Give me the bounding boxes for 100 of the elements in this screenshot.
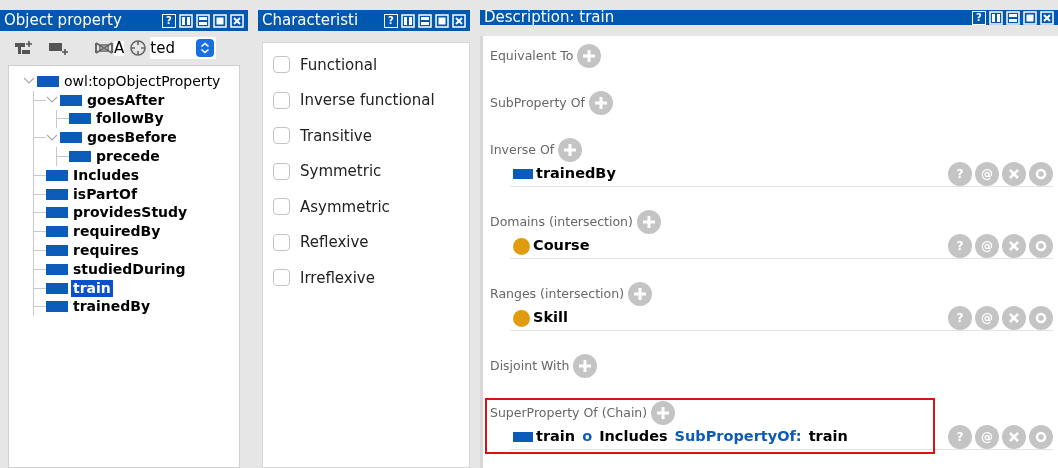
checkbox[interactable]	[273, 162, 290, 180]
property-icon	[46, 282, 68, 294]
class-icon	[513, 237, 530, 255]
class-icon	[513, 309, 530, 327]
panel-title: Object property	[4, 13, 122, 28]
checkbox-label: Symmetric	[300, 161, 382, 182]
add-icon[interactable]	[628, 282, 652, 306]
add-icon[interactable]	[558, 138, 583, 162]
crosshair-icon[interactable]	[129, 39, 148, 57]
tree-item[interactable]: studiedDuring	[71, 260, 188, 278]
property-icon	[60, 94, 82, 106]
help-button[interactable]: ?	[384, 13, 398, 28]
section-label: Domains (intersection)	[490, 212, 633, 231]
delete-icon[interactable]	[1002, 162, 1026, 186]
checkbox-label: Reflexive	[300, 232, 369, 253]
section-label: SuperProperty Of (Chain)	[490, 403, 648, 422]
tree-item[interactable]: requiredBy	[71, 223, 163, 241]
section-label: SubProperty Of	[490, 93, 585, 112]
maximize-icon[interactable]	[213, 13, 227, 28]
property-icon	[60, 132, 82, 144]
close-icon[interactable]	[1040, 10, 1054, 25]
add-icon[interactable]	[588, 91, 613, 115]
edit-icon[interactable]	[1029, 425, 1053, 449]
edit-icon[interactable]	[1029, 306, 1053, 330]
checkbox-label: Transitive	[300, 125, 372, 147]
split-view-icon[interactable]	[989, 10, 1003, 25]
help-button[interactable]: ?	[162, 13, 176, 28]
tree-item[interactable]: goesBefore	[85, 129, 179, 147]
checkbox-label: Irreflexive	[300, 267, 375, 289]
add-icon[interactable]	[577, 44, 602, 68]
property-icon	[46, 226, 68, 238]
checkbox[interactable]	[273, 269, 290, 287]
delete-icon[interactable]	[1002, 234, 1026, 258]
checkbox-label: Inverse functional	[300, 90, 435, 111]
checkbox[interactable]	[273, 127, 290, 145]
tree-item[interactable]: followBy	[94, 110, 166, 128]
add-icon[interactable]	[573, 354, 598, 378]
minimize-icon[interactable]	[1006, 10, 1020, 25]
property-icon	[69, 113, 91, 125]
maximize-icon[interactable]	[1023, 10, 1037, 25]
add-subproperty-icon[interactable]	[14, 40, 34, 56]
split-view-icon[interactable]	[401, 13, 415, 28]
property-icon	[69, 151, 91, 163]
help-button[interactable]: ?	[972, 10, 986, 25]
property-icon	[46, 207, 68, 219]
property-icon	[46, 169, 68, 181]
add-icon[interactable]	[651, 401, 676, 425]
tree-item[interactable]: isPartOf	[71, 185, 140, 203]
close-icon[interactable]	[452, 13, 466, 28]
tree-item[interactable]: Includes	[71, 166, 142, 184]
view-dropdown[interactable]: ted	[150, 37, 217, 59]
property-icon	[37, 75, 59, 87]
entity-name: Includes	[599, 427, 668, 447]
expand-chevron-icon[interactable]	[23, 77, 35, 86]
expand-chevron-icon[interactable]	[46, 133, 58, 142]
property-icon	[513, 169, 533, 179]
minimize-icon[interactable]	[196, 13, 210, 28]
keyword-text: o	[582, 427, 593, 447]
entity-name: train	[536, 427, 576, 447]
tree-item[interactable]: owl:topObjectProperty	[62, 72, 223, 90]
section-label: Disjoint With	[490, 356, 570, 375]
property-icon	[46, 263, 68, 275]
delete-icon[interactable]	[1002, 425, 1026, 449]
section-label: Inverse Of	[490, 140, 555, 159]
checkbox[interactable]	[273, 198, 290, 216]
tree-item[interactable]: providesStudy	[71, 204, 190, 222]
close-icon[interactable]	[230, 13, 244, 28]
keyword-text: SubPropertyOf:	[674, 427, 802, 447]
checkbox-label: Functional	[300, 54, 378, 76]
entity-name: trainedBy	[536, 164, 616, 184]
delete-property-icon[interactable]	[94, 40, 114, 56]
add-sibling-property-icon[interactable]	[48, 40, 70, 56]
expand-chevron-icon[interactable]	[46, 96, 58, 105]
tree-item[interactable]: goesAfter	[85, 91, 167, 109]
panel-title: Description: train	[484, 10, 615, 25]
tree-item[interactable]: precede	[94, 148, 162, 166]
panel-title: Characteristi	[262, 13, 359, 28]
edit-icon[interactable]	[1029, 234, 1053, 258]
section-label: Equivalent To	[490, 46, 574, 65]
minimize-icon[interactable]	[418, 13, 432, 28]
property-icon	[46, 188, 68, 200]
checkbox[interactable]	[273, 91, 290, 109]
delete-icon[interactable]	[1002, 306, 1026, 330]
tree-item[interactable]: trainedBy	[71, 298, 153, 316]
section-label: Ranges (intersection)	[490, 284, 624, 303]
property-icon	[513, 432, 533, 442]
checkbox[interactable]	[273, 56, 290, 74]
checkbox-label: Asymmetric	[300, 196, 390, 218]
property-icon	[46, 245, 68, 257]
tree-item[interactable]: requires	[71, 242, 141, 260]
add-icon[interactable]	[636, 210, 661, 234]
maximize-icon[interactable]	[435, 13, 449, 28]
split-view-icon[interactable]	[179, 13, 193, 28]
tree-item[interactable]: train	[71, 279, 113, 297]
edit-icon[interactable]	[1029, 162, 1053, 186]
property-icon	[46, 301, 68, 313]
dropdown-text-fragment: A	[114, 40, 125, 56]
entity-name: Skill	[533, 308, 568, 328]
stepper-icon[interactable]	[196, 39, 215, 57]
checkbox[interactable]	[273, 233, 290, 251]
